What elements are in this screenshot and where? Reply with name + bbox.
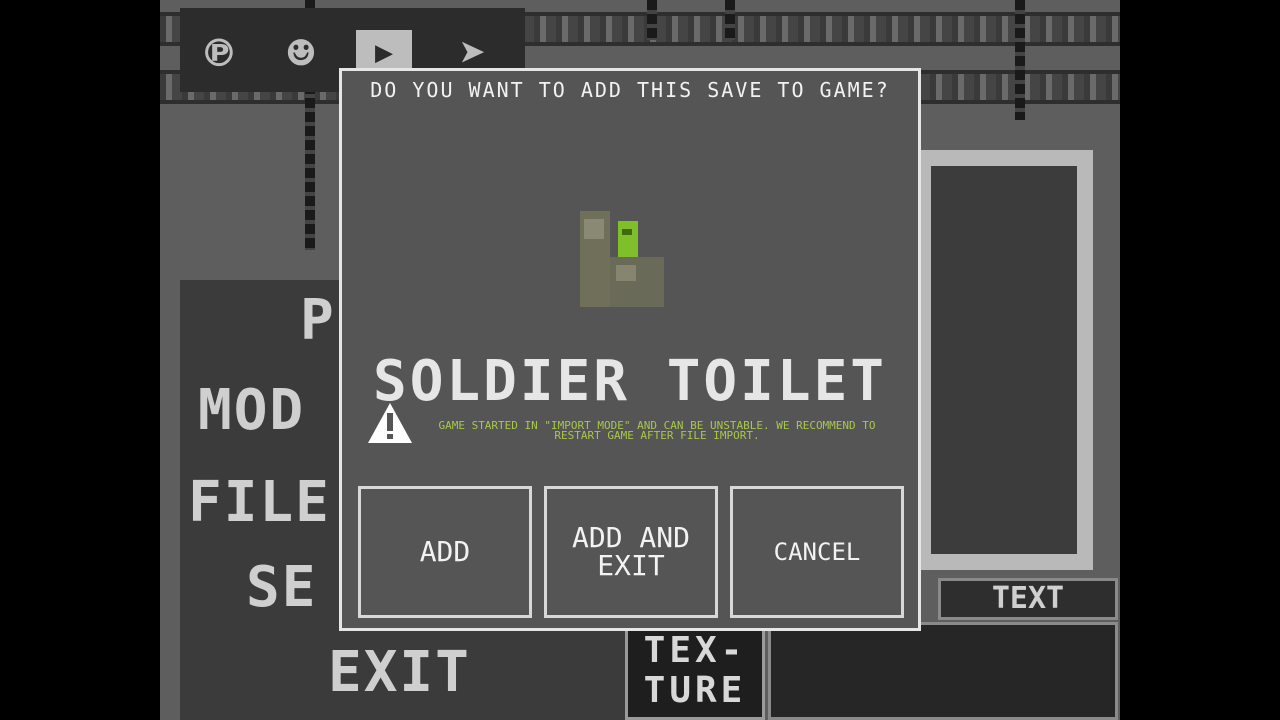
warning-icon — [368, 403, 412, 443]
chain — [647, 0, 657, 40]
warning-text: GAME STARTED IN "IMPORT MODE" AND CAN BE… — [438, 419, 876, 442]
dark-panel — [768, 622, 1118, 720]
menu-item-mods[interactable]: MOD — [198, 378, 305, 443]
chain — [725, 0, 735, 40]
dialog-question: DO YOU WANT TO ADD THIS SAVE TO GAME? — [370, 78, 890, 102]
picture-frame — [915, 150, 1093, 570]
text-label[interactable]: TEXT — [938, 578, 1118, 620]
add-and-exit-button[interactable]: ADD AND EXIT — [544, 486, 718, 618]
cancel-button[interactable]: CANCEL — [730, 486, 904, 618]
menu-item-play[interactable]: P — [300, 288, 336, 353]
import-save-dialog: DO YOU WANT TO ADD THIS SAVE TO GAME? SO… — [339, 68, 921, 631]
save-preview-image — [580, 211, 664, 307]
chain — [1015, 0, 1025, 120]
patreon-icon[interactable]: ℗ — [188, 22, 250, 84]
add-button[interactable]: ADD — [358, 486, 532, 618]
menu-item-files[interactable]: FILE — [188, 470, 331, 535]
save-name: SOLDIER TOILET — [372, 349, 887, 414]
menu-item-exit[interactable]: EXIT — [328, 640, 471, 705]
texture-tile[interactable]: TEX-TURE — [625, 628, 765, 720]
discord-icon[interactable]: ☻ — [270, 22, 332, 84]
menu-item-settings[interactable]: SE — [246, 555, 317, 620]
